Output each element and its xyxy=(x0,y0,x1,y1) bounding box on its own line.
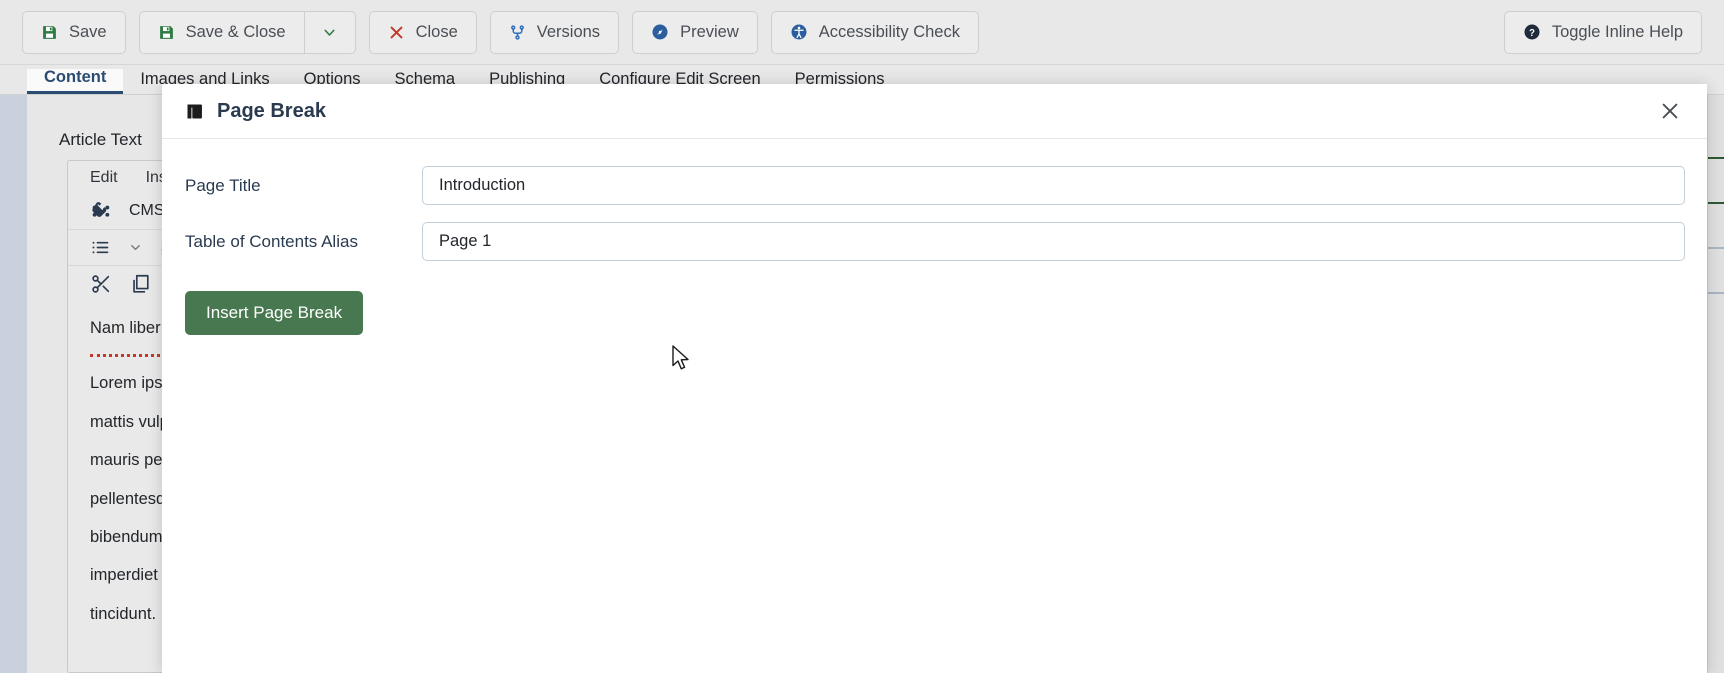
modal-title: Page Break xyxy=(184,100,326,123)
accessibility-check-button[interactable]: Accessibility Check xyxy=(770,10,979,54)
preview-button[interactable]: Preview xyxy=(632,10,758,54)
save-close-split-button: Save & Close xyxy=(138,10,356,54)
bullet-list-icon[interactable] xyxy=(90,237,111,258)
save-button[interactable]: Save xyxy=(22,10,126,54)
modal-body: Page Title Table of Contents Alias Inser… xyxy=(162,139,1707,335)
accessibility-icon xyxy=(790,23,808,41)
modal-title-text: Page Break xyxy=(217,99,326,122)
modal-header: Page Break xyxy=(162,84,1707,139)
insert-page-break-button[interactable]: Insert Page Break xyxy=(185,291,364,335)
strip-divider-2 xyxy=(1708,202,1724,204)
strip-divider-3 xyxy=(1708,247,1724,249)
question-circle-icon: ? xyxy=(1523,23,1541,41)
chevron-down-icon xyxy=(321,24,338,41)
versions-button-label: Versions xyxy=(536,22,601,41)
save-icon xyxy=(41,24,58,41)
toc-alias-label: Table of Contents Alias xyxy=(185,231,358,251)
chevron-down-icon[interactable] xyxy=(128,240,143,255)
eye-preview-icon xyxy=(651,23,669,41)
versions-branch-icon xyxy=(509,24,526,41)
article-text-label: Article Text xyxy=(59,130,142,149)
form-row-page-title: Page Title xyxy=(184,166,1685,205)
toggle-inline-help-button[interactable]: ? Toggle Inline Help xyxy=(1503,10,1702,54)
page-title-input[interactable] xyxy=(422,166,1685,205)
versions-button[interactable]: Versions xyxy=(489,10,620,54)
tab-content[interactable]: Content xyxy=(27,68,124,94)
accessibility-check-button-label: Accessibility Check xyxy=(818,22,960,41)
main-toolbar: Save Save & Close Close Versions Preview… xyxy=(0,0,1724,65)
save-icon xyxy=(158,24,175,41)
right-sidebar-strip xyxy=(1707,95,1724,673)
strip-divider-4 xyxy=(1708,292,1724,294)
save-button-label: Save xyxy=(69,22,107,41)
joomla-logo-icon xyxy=(90,200,112,222)
page-break-modal: Page Break Page Title Table of Contents … xyxy=(162,84,1707,673)
cut-scissors-icon[interactable] xyxy=(90,273,112,295)
svg-text:?: ? xyxy=(1529,28,1535,39)
left-rail xyxy=(0,95,27,673)
close-button-label: Close xyxy=(415,22,458,41)
strip-divider-1 xyxy=(1708,157,1724,159)
toggle-inline-help-label: Toggle Inline Help xyxy=(1551,22,1683,41)
save-close-button-label: Save & Close xyxy=(185,22,286,41)
preview-button-label: Preview xyxy=(680,22,739,41)
app-window: Article Text Edit Insert CMS Co xyxy=(0,0,1724,673)
toc-alias-input[interactable] xyxy=(422,222,1685,261)
form-row-toc-alias: Table of Contents Alias xyxy=(184,222,1685,261)
save-dropdown-toggle[interactable] xyxy=(303,10,356,54)
close-x-icon xyxy=(388,24,405,41)
page-title-label: Page Title xyxy=(185,175,261,195)
save-close-button[interactable]: Save & Close xyxy=(138,10,304,54)
copy-icon[interactable] xyxy=(129,273,151,295)
modal-close-button[interactable] xyxy=(1655,96,1685,126)
pages-copy-icon xyxy=(184,101,205,122)
editor-menu-edit[interactable]: Edit xyxy=(90,169,118,187)
close-button[interactable]: Close xyxy=(368,10,477,54)
